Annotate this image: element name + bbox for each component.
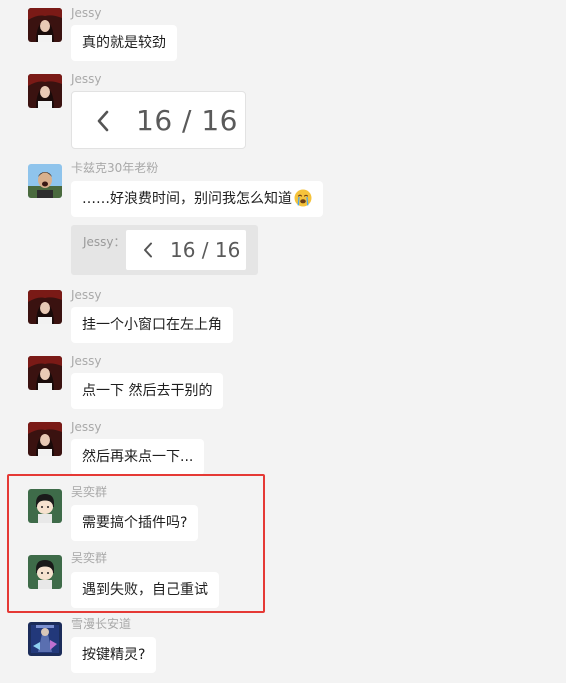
crying-face-emoji <box>294 189 312 207</box>
message-bubble[interactable]: 然后再来点一下... <box>71 439 205 475</box>
page-counter: 16 / 16 <box>136 104 238 137</box>
quoted-message[interactable]: Jessy： 16 / 16 <box>71 225 258 275</box>
highlight-annotation-box <box>7 474 265 613</box>
sender-name: 雪漫长安道 <box>71 617 132 631</box>
message-bubble[interactable]: ……好浪费时间，别问我怎么知道 <box>71 181 323 217</box>
jessy-avatar[interactable] <box>28 8 62 42</box>
image-message[interactable]: 16 / 16 <box>71 91 246 149</box>
jessy-avatar[interactable] <box>28 290 62 324</box>
message-bubble[interactable]: 真的就是较劲 <box>71 25 177 61</box>
quote-sender: Jessy： <box>83 235 126 249</box>
sender-name: Jessy <box>71 354 102 368</box>
message-bubble[interactable]: 点一下 然后去干别的 <box>71 373 224 409</box>
message-bubble[interactable]: 挂一个小窗口在左上角 <box>71 307 233 343</box>
jessy-avatar[interactable] <box>28 422 62 456</box>
sender-name: Jessy <box>71 6 102 20</box>
sender-name: Jessy <box>71 420 102 434</box>
sender-name: 卡兹克30年老粉 <box>71 161 159 175</box>
page-indicator: 16 / 16 <box>72 92 247 150</box>
jessy-avatar[interactable] <box>28 356 62 390</box>
game-avatar[interactable] <box>28 622 62 656</box>
jessy-avatar[interactable] <box>28 74 62 108</box>
quote-image-preview: 16 / 16 <box>126 230 246 270</box>
page-counter: 16 / 16 <box>170 238 241 262</box>
sender-name: Jessy <box>71 288 102 302</box>
chevron-left-icon <box>144 242 152 258</box>
message-bubble[interactable]: 按键精灵? <box>71 637 157 673</box>
fan-avatar[interactable] <box>28 164 62 198</box>
message-text: ……好浪费时间，别问我怎么知道 <box>82 191 292 207</box>
chevron-left-icon <box>97 110 109 132</box>
sender-name: Jessy <box>71 72 102 86</box>
